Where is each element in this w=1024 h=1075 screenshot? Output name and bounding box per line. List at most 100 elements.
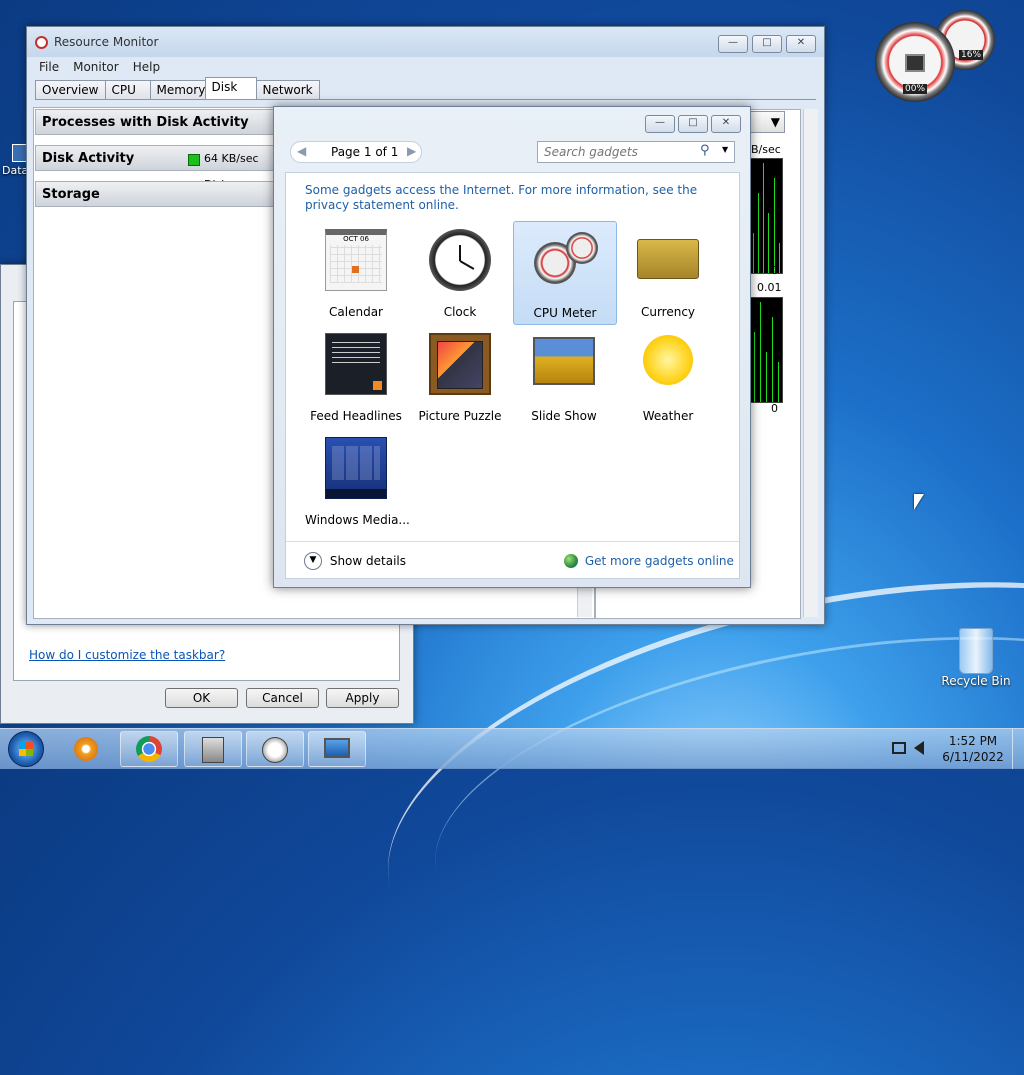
gadget-weather[interactable]: Weather: [617, 327, 719, 427]
tab-cpu[interactable]: CPU: [104, 80, 151, 99]
gadget-label: Picture Puzzle: [418, 409, 502, 423]
view-dropdown[interactable]: ▼: [749, 111, 785, 133]
cpu-meter-icon: [534, 232, 598, 294]
gadget-label: CPU Meter: [533, 306, 597, 320]
taskbar-resource-monitor[interactable]: [246, 731, 304, 767]
gauge-icon: [262, 737, 288, 763]
section-disk-activity[interactable]: Disk Activity 64 KB/sec Disk: [35, 145, 285, 191]
media-player-icon[interactable]: [74, 737, 98, 761]
calendar-month: OCT 06: [343, 235, 369, 243]
tab-strip: Overview CPU Memory Disk Network: [35, 77, 816, 100]
gadget-currency[interactable]: Currency: [617, 223, 719, 323]
chevron-down-icon: ▼: [304, 552, 322, 570]
cpu-meter-gadget[interactable]: 16% 00%: [875, 10, 1000, 105]
clock-minute-hand: [459, 260, 475, 270]
next-page-icon[interactable]: ▶: [407, 144, 416, 158]
graph-top-zero-label: 0: [771, 264, 778, 277]
gadget-feed-headlines[interactable]: Feed Headlines: [305, 327, 407, 427]
disk-graph-bottom: [749, 297, 783, 403]
gadget-label: Currency: [640, 305, 696, 319]
search-dropdown-icon[interactable]: ▼: [722, 145, 728, 154]
page-indicator: Page 1 of 1: [331, 145, 399, 159]
gadget-calendar[interactable]: OCT 06 Calendar: [305, 223, 407, 323]
clock-time: 1:52 PM: [948, 734, 998, 748]
taskbar-chrome[interactable]: [120, 731, 178, 767]
ok-button[interactable]: OK: [165, 688, 238, 708]
internet-notice[interactable]: Some gadgets access the Internet. For mo…: [305, 183, 715, 213]
menu-monitor[interactable]: Monitor: [73, 60, 119, 74]
feed-headlines-icon: [325, 333, 387, 395]
left-pane-scrollbar[interactable]: [577, 587, 592, 617]
panel-divider: [286, 541, 739, 542]
menu-help[interactable]: Help: [133, 60, 160, 74]
network-tray-icon[interactable]: [892, 742, 906, 754]
puzzle-tiles: [437, 341, 483, 389]
start-button[interactable]: [8, 731, 44, 767]
gadget-label: Calendar: [329, 305, 383, 319]
picture-puzzle-icon: [429, 333, 491, 395]
taskbar-desktop-window[interactable]: [308, 731, 366, 767]
media-footer-bar: [326, 489, 386, 498]
section-title: Disk Activity: [42, 151, 135, 166]
gadget-label: Weather: [642, 409, 694, 423]
section-processes-disk-activity[interactable]: Processes with Disk Activity: [35, 109, 285, 135]
show-desktop-button[interactable]: [1012, 729, 1024, 769]
media-tiles: [332, 446, 380, 480]
tab-disk[interactable]: Disk: [204, 77, 257, 99]
gadget-clock[interactable]: Clock: [409, 223, 511, 323]
gadgets-minimize-button[interactable]: —: [645, 115, 675, 133]
minimize-button[interactable]: —: [718, 35, 748, 53]
clock-date: 6/11/2022: [942, 750, 1004, 764]
get-more-gadgets-link[interactable]: Get more gadgets online: [564, 553, 734, 568]
prev-page-icon[interactable]: ◀: [297, 144, 306, 158]
gadget-cpu-meter[interactable]: CPU Meter: [513, 221, 617, 325]
right-pane-scrollbar[interactable]: [803, 109, 818, 617]
show-details-label: Show details: [329, 554, 406, 568]
windows-media-icon: [325, 437, 387, 499]
gadget-slide-show[interactable]: Slide Show: [513, 327, 615, 427]
taskbar-control-panel[interactable]: [184, 731, 242, 767]
apply-button[interactable]: Apply: [326, 688, 399, 708]
globe-icon: [564, 553, 578, 568]
slide-show-icon: [533, 337, 595, 385]
recycle-bin-label: Recycle Bin: [941, 674, 1011, 688]
feed-lines: [332, 342, 380, 364]
search-gadgets-box: ⚲ ▼: [537, 141, 735, 163]
system-clock[interactable]: 1:52 PM 6/11/2022: [940, 733, 1006, 765]
close-button[interactable]: ✕: [786, 35, 816, 53]
desktop-icon-recycle-bin[interactable]: Recycle Bin: [940, 628, 1012, 698]
gadget-label: Clock: [443, 305, 477, 319]
memory-value: 16%: [959, 50, 984, 60]
window-title: Resource Monitor: [54, 35, 159, 49]
graph-mid-label: 0.01: [757, 281, 782, 294]
resource-monitor-icon: [35, 35, 48, 49]
calendar-today-marker: [352, 266, 359, 273]
search-icon[interactable]: ⚲: [700, 143, 710, 158]
volume-tray-icon[interactable]: [914, 741, 924, 755]
tab-network[interactable]: Network: [255, 80, 320, 99]
disk-graph-top: [749, 158, 783, 274]
title-bar[interactable]: Resource Monitor: [27, 27, 824, 57]
gadget-label: Feed Headlines: [310, 409, 402, 423]
tab-overview[interactable]: Overview: [35, 80, 106, 99]
section-storage[interactable]: Storage: [35, 181, 285, 207]
cancel-button[interactable]: Cancel: [246, 688, 319, 708]
gadgets-gallery-window: — □ ✕ ◀ Page 1 of 1 ▶ ⚲ ▼ Some gadgets a…: [273, 106, 751, 588]
tab-memory[interactable]: Memory: [149, 80, 206, 99]
gadgets-restore-button[interactable]: □: [678, 115, 708, 133]
desktop-icon-data[interactable]: Data: [0, 140, 29, 180]
cpu-value: 00%: [903, 84, 928, 94]
desktop-icon-label: Data: [2, 164, 29, 177]
monitor-icon: [324, 738, 350, 758]
cpu-chip-icon: [905, 54, 925, 72]
show-details-toggle[interactable]: ▼ Show details: [304, 552, 406, 572]
gadget-windows-media-center[interactable]: Windows Media...: [305, 431, 410, 531]
gadgets-close-button[interactable]: ✕: [711, 115, 741, 133]
calendar-icon: OCT 06: [325, 229, 387, 291]
search-gadgets-input[interactable]: [542, 144, 696, 160]
chrome-icon: [136, 736, 162, 762]
menu-file[interactable]: File: [39, 60, 59, 74]
gadget-picture-puzzle[interactable]: Picture Puzzle: [409, 327, 511, 427]
customize-taskbar-link[interactable]: How do I customize the taskbar?: [29, 648, 225, 662]
maximize-button[interactable]: □: [752, 35, 782, 53]
